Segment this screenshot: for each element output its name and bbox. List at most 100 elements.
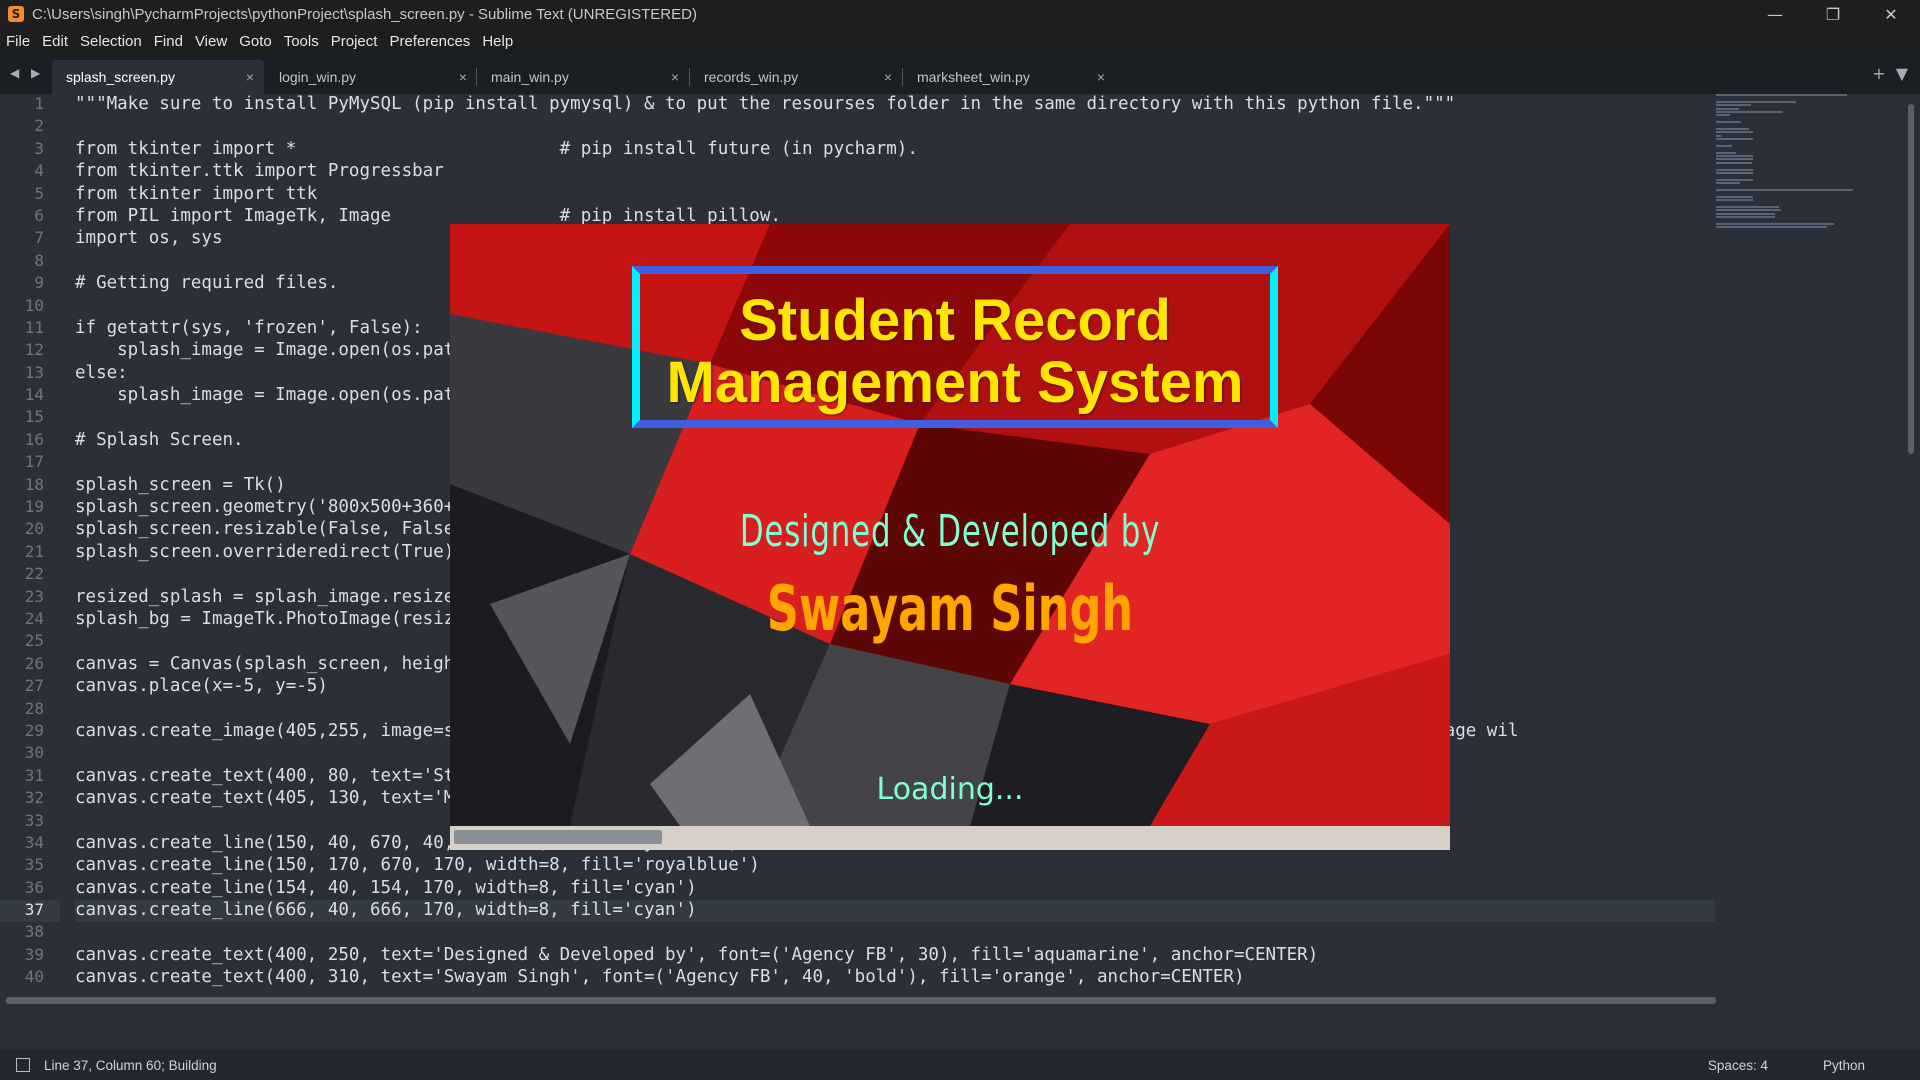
- line-number: 39: [24, 944, 44, 964]
- line-number: 5: [34, 183, 44, 203]
- minimap-line: [1716, 216, 1775, 219]
- line-number: 15: [24, 407, 44, 427]
- minimap-line: [1716, 138, 1753, 141]
- menu-edit[interactable]: Edit: [42, 33, 68, 50]
- minimap-line: [1716, 199, 1753, 202]
- line-number: 24: [24, 608, 44, 628]
- minimap-line: [1716, 205, 1779, 208]
- code-line[interactable]: from tkinter.ttk import Progressbar: [75, 161, 1715, 183]
- tab-main-win[interactable]: main_win.py ×: [477, 60, 689, 94]
- line-number: 25: [24, 631, 44, 651]
- line-number: 13: [24, 362, 44, 382]
- code-line[interactable]: [75, 922, 1715, 944]
- line-number: 10: [24, 295, 44, 315]
- minimap-line: [1716, 168, 1753, 171]
- line-number: 27: [24, 676, 44, 696]
- minimap-line: [1716, 178, 1753, 181]
- minimap-line: [1716, 188, 1853, 191]
- minimap-line: [1716, 131, 1753, 134]
- code-line[interactable]: canvas.create_text(400, 250, text='Desig…: [75, 945, 1715, 967]
- minimap[interactable]: [1716, 94, 1906, 1000]
- minimap-line: [1716, 212, 1775, 215]
- title-bar: S C:\Users\singh\PycharmProjects\pythonP…: [0, 0, 1920, 28]
- tab-records-win[interactable]: records_win.py ×: [690, 60, 902, 94]
- tab-nav-arrows-icon[interactable]: ◀ ▶: [10, 66, 44, 80]
- horizontal-scrollbar[interactable]: [6, 997, 1716, 1004]
- minimize-button[interactable]: —: [1746, 0, 1804, 28]
- indentation-setting[interactable]: Spaces: 4: [1708, 1058, 1768, 1073]
- tab-tools: + ▼: [1872, 64, 1908, 83]
- tab-label: main_win.py: [491, 69, 569, 85]
- title-line-2: Management System: [666, 350, 1244, 415]
- tab-marksheet-win[interactable]: marksheet_win.py ×: [903, 60, 1115, 94]
- line-number: 2: [34, 116, 44, 136]
- tab-label: records_win.py: [704, 69, 799, 85]
- menu-view[interactable]: View: [195, 33, 227, 50]
- vertical-scrollbar[interactable]: [1908, 104, 1914, 454]
- code-line[interactable]: """Make sure to install PyMySQL (pip ins…: [75, 94, 1715, 116]
- line-number: 35: [24, 855, 44, 875]
- tab-close-icon[interactable]: ×: [884, 69, 892, 85]
- tab-close-icon[interactable]: ×: [1097, 69, 1105, 85]
- panel-toggle-icon[interactable]: [16, 1058, 30, 1072]
- line-number: 34: [24, 832, 44, 852]
- line-number: 22: [24, 564, 44, 584]
- line-number: 6: [34, 205, 44, 225]
- splash-title: Student Record Management System: [632, 290, 1278, 414]
- tab-login-win[interactable]: login_win.py ×: [265, 60, 477, 94]
- restore-button[interactable]: ❐: [1804, 0, 1862, 28]
- line-number: 11: [24, 317, 44, 337]
- menu-preferences[interactable]: Preferences: [389, 33, 470, 50]
- code-line[interactable]: from tkinter import ttk: [75, 184, 1715, 206]
- menu-help[interactable]: Help: [482, 33, 513, 50]
- tab-close-icon[interactable]: ×: [246, 69, 254, 85]
- minimap-line: [1716, 127, 1749, 130]
- line-number: 1: [34, 94, 44, 113]
- minimap-line: [1716, 134, 1721, 137]
- title-line-1: Student Record: [739, 288, 1171, 353]
- code-line[interactable]: canvas.create_line(666, 40, 666, 170, wi…: [75, 900, 1715, 923]
- minimap-line: [1716, 114, 1730, 117]
- menu-project[interactable]: Project: [331, 33, 378, 50]
- line-number: 23: [24, 586, 44, 606]
- progress-bar-fill: [454, 830, 662, 844]
- line-number: 40: [24, 967, 44, 987]
- minimap-line: [1716, 100, 1796, 103]
- line-number: 18: [24, 474, 44, 494]
- close-button[interactable]: ✕: [1862, 0, 1920, 28]
- line-number: 33: [24, 810, 44, 830]
- menu-tools[interactable]: Tools: [284, 33, 319, 50]
- line-number: 29: [24, 720, 44, 740]
- minimap-line: [1716, 107, 1739, 110]
- menu-file[interactable]: File: [6, 33, 30, 50]
- tab-dropdown-icon[interactable]: ▼: [1896, 64, 1908, 83]
- line-number: 19: [24, 497, 44, 517]
- window-title: C:\Users\singh\PycharmProjects\pythonPro…: [32, 5, 697, 23]
- code-line[interactable]: canvas.create_line(154, 40, 154, 170, wi…: [75, 878, 1715, 900]
- minimap-line: [1716, 195, 1753, 198]
- splash-screen-window: Student Record Management System Designe…: [450, 224, 1450, 850]
- minimap-line: [1716, 226, 1827, 229]
- new-tab-plus-icon[interactable]: +: [1872, 64, 1885, 83]
- minimap-line: [1716, 209, 1781, 212]
- tab-label: login_win.py: [279, 69, 357, 85]
- minimap-line: [1716, 155, 1753, 158]
- tab-close-icon[interactable]: ×: [671, 69, 679, 85]
- menu-goto[interactable]: Goto: [239, 33, 272, 50]
- minimap-line: [1716, 158, 1753, 161]
- menu-selection[interactable]: Selection: [80, 33, 142, 50]
- menu-bar: File Edit Selection Find View Goto Tools…: [0, 28, 1920, 54]
- tab-close-icon[interactable]: ×: [459, 69, 467, 85]
- code-line[interactable]: canvas.create_line(150, 170, 670, 170, w…: [75, 855, 1715, 877]
- code-line[interactable]: canvas.create_text(400, 310, text='Swaya…: [75, 967, 1715, 989]
- menu-find[interactable]: Find: [154, 33, 183, 50]
- minimap-line: [1716, 121, 1741, 124]
- minimap-line: [1716, 161, 1752, 164]
- syntax-mode[interactable]: Python: [1823, 1058, 1865, 1073]
- code-line[interactable]: from tkinter import * # pip install futu…: [75, 139, 1715, 161]
- code-line[interactable]: [75, 116, 1715, 138]
- designed-by-text: Designed & Developed by: [739, 506, 1161, 557]
- progress-bar: [450, 826, 1450, 850]
- tab-splash-screen[interactable]: splash_screen.py ×: [52, 60, 264, 94]
- window-controls: — ❐ ✕: [1746, 0, 1920, 28]
